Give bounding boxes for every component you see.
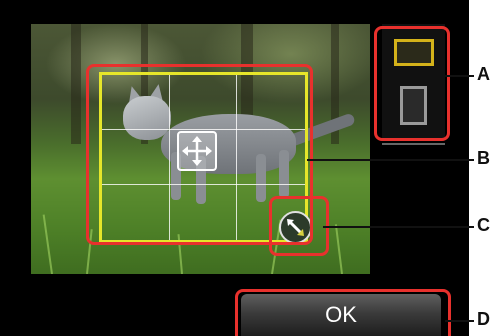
- callout-label-a: A: [477, 64, 490, 84]
- background-tree: [71, 24, 81, 144]
- callout-line-a: [444, 75, 474, 77]
- callout-highlight-c: [269, 196, 329, 256]
- callout-highlight-d: [235, 289, 451, 336]
- callout-label-d: D: [477, 309, 490, 329]
- grass-blade: [42, 214, 53, 274]
- grass-blade: [334, 224, 343, 274]
- callout-label-b: B: [477, 148, 490, 168]
- callout-line-d: [445, 320, 474, 322]
- panel-scroll-indicator: [382, 143, 445, 145]
- callout-line-b: [307, 159, 474, 161]
- callout-label-c: C: [477, 215, 490, 235]
- callout-highlight-a: [374, 26, 450, 141]
- callout-line-c: [323, 226, 474, 228]
